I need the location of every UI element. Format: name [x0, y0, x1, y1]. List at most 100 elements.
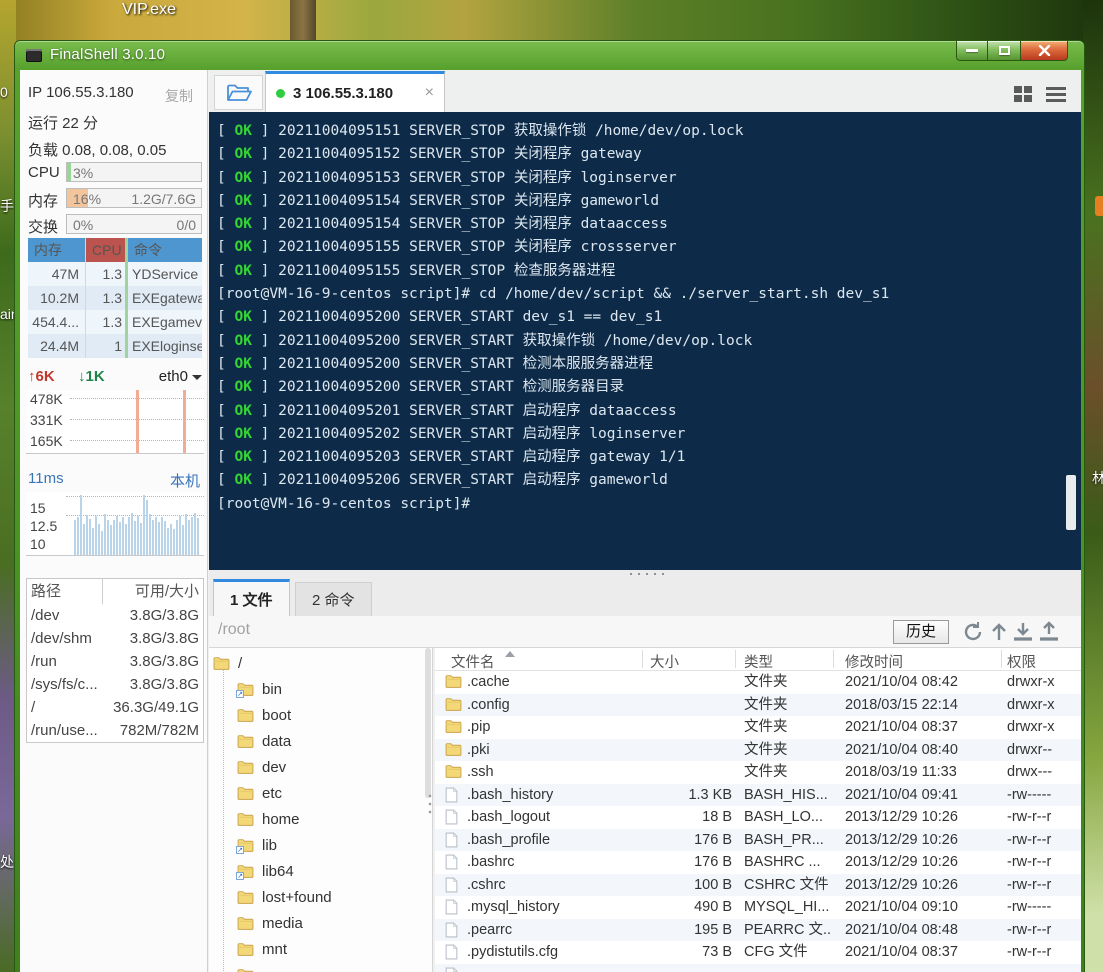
file-row[interactable]: .bashrc176 BBASHRC ...2013/12/29 10:26-r…	[435, 851, 1081, 874]
tab-files[interactable]: 1 文件	[213, 579, 290, 616]
process-table-header: 内存 CPU 命令	[28, 238, 202, 262]
file-row[interactable]: .bash_logout18 BBASH_LO...2013/12/29 10:…	[435, 806, 1081, 829]
layout-grid-icon[interactable]	[1013, 84, 1033, 104]
col-cpu[interactable]: CPU	[86, 238, 128, 262]
tree-item[interactable]: lost+found	[237, 884, 332, 910]
disk-row[interactable]: /dev/shm3.8G/3.8G	[27, 627, 203, 650]
copy-ip-link[interactable]: 复制	[165, 86, 193, 106]
minimize-icon	[966, 49, 978, 52]
file-row[interactable]: .config文件夹2018/03/15 22:14drwxr-x	[435, 694, 1081, 717]
ping-bar	[158, 522, 160, 555]
connection-manager-button[interactable]	[214, 75, 263, 110]
tree-item-root[interactable]: /	[213, 650, 242, 676]
file-row[interactable]: .bash_history1.3 KBBASH_HIS...2021/10/04…	[435, 784, 1081, 807]
terminal-line: [ OK ] 20211004095152 SERVER_STOP 关闭程序 g…	[217, 143, 1061, 166]
ping-ylabel: 15	[30, 500, 49, 516]
process-row[interactable]: 10.2M1.3EXEgatewa	[28, 286, 202, 310]
interface-selector[interactable]: eth0	[159, 368, 188, 385]
upload-icon[interactable]	[1038, 621, 1060, 643]
mem-label: 内存	[28, 190, 58, 211]
menu-icon[interactable]	[1045, 84, 1067, 104]
file-perm: drwx---	[1007, 761, 1077, 784]
terminal-line: [ OK ] 20211004095155 SERVER_STOP 关闭程序 c…	[217, 236, 1061, 259]
folder-icon	[445, 674, 462, 688]
tree-table-splitter[interactable]	[428, 792, 432, 818]
file-row[interactable]: .mysql_history490 BMYSQL_HI...2021/10/04…	[435, 896, 1081, 919]
file-mtime: 2013/12/29 10:26	[845, 851, 995, 874]
folder-icon	[445, 764, 462, 778]
panel-splitter[interactable]	[209, 570, 1081, 578]
window-content: IP 106.55.3.180 复制 运行 22 分 负载 0.08, 0.08…	[20, 70, 1081, 972]
tree-item[interactable]: ↗bin	[237, 676, 282, 702]
tree-item[interactable]: boot	[237, 702, 291, 728]
process-row[interactable]: 454.4...1.3EXEgamev	[28, 310, 202, 334]
col-size[interactable]: 大小	[650, 651, 679, 672]
disk-row[interactable]: /sys/fs/c...3.8G/3.8G	[27, 673, 203, 696]
network-graph: 478K 331K 165K	[26, 390, 204, 454]
col-perm[interactable]: 权限	[1007, 651, 1036, 672]
tree-item[interactable]: ↗lib	[237, 832, 277, 858]
col-mem[interactable]: 内存	[28, 238, 86, 262]
tree-item-label: bin	[262, 681, 282, 698]
file-row[interactable]: .cshrc100 BCSHRC 文件2013/12/29 10:26-rw-r…	[435, 874, 1081, 897]
file-row[interactable]: .pip文件夹2021/10/04 08:37drwxr-x	[435, 716, 1081, 739]
file-row[interactable]	[435, 964, 1081, 972]
file-row[interactable]: .pki文件夹2021/10/04 08:40drwxr--	[435, 739, 1081, 762]
file-row[interactable]: .pydistutils.cfg73 BCFG 文件2021/10/04 08:…	[435, 941, 1081, 964]
file-row[interactable]: .ssh文件夹2018/03/19 11:33drwx---	[435, 761, 1081, 784]
file-mtime: 2018/03/15 22:14	[845, 694, 995, 717]
file-perm: -rw-----	[1007, 784, 1077, 807]
minimize-button[interactable]	[956, 41, 988, 61]
disk-table[interactable]: 路径 可用/大小 /dev3.8G/3.8G/dev/shm3.8G/3.8G/…	[26, 578, 204, 743]
col-type[interactable]: 类型	[744, 651, 773, 672]
tree-item[interactable]: dev	[237, 754, 286, 780]
file-row[interactable]: .bash_profile176 BBASH_PR...2013/12/29 1…	[435, 829, 1081, 852]
tree-item[interactable]: ↗lib64	[237, 858, 294, 884]
tree-item[interactable]: home	[237, 806, 300, 832]
path-history-button[interactable]: 历史	[893, 620, 949, 644]
file-name: .cshrc	[467, 874, 637, 897]
disk-row[interactable]: /36.3G/49.1G	[27, 696, 203, 719]
file-row[interactable]: .pearrc195 BPEARRC 文...2021/10/04 08:48-…	[435, 919, 1081, 942]
process-row[interactable]: 24.4M1EXEloginse	[28, 334, 202, 358]
file-mtime: 2021/10/04 09:10	[845, 896, 995, 919]
terminal-scrollbar[interactable]	[1066, 475, 1076, 530]
tree-item[interactable]: etc	[237, 780, 282, 806]
directory-tree[interactable]: /↗binbootdatadevetchome↗lib↗lib64lost+fo…	[209, 648, 433, 972]
title-bar[interactable]: FinalShell 3.0.10	[15, 41, 1084, 70]
col-filename[interactable]: 文件名	[451, 651, 495, 672]
disk-row[interactable]: /run3.8G/3.8G	[27, 650, 203, 673]
process-row[interactable]: 47M1.3YDService	[28, 262, 202, 286]
download-icon[interactable]	[1012, 621, 1034, 643]
tab-connection[interactable]: 3 106.55.3.180 ×	[265, 71, 445, 112]
terminal-line: [ OK ] 20211004095201 SERVER_START 启动程序 …	[217, 400, 1061, 423]
col-path[interactable]: 路径	[31, 579, 103, 604]
tree-item[interactable]: media	[237, 910, 303, 936]
file-row[interactable]: .cache文件夹2021/10/04 08:42drwxr-x	[435, 671, 1081, 694]
monitor-sidebar: IP 106.55.3.180 复制 运行 22 分 负载 0.08, 0.08…	[20, 70, 208, 972]
file-mtime: 2021/10/04 09:41	[845, 784, 995, 807]
ping-bar	[101, 531, 103, 555]
refresh-icon[interactable]	[962, 621, 984, 643]
process-table[interactable]: 内存 CPU 命令 47M1.3YDService10.2M1.3EXEgate…	[28, 238, 202, 359]
terminal-output: [ OK ] 20211004095151 SERVER_STOP 获取操作锁 …	[217, 120, 1061, 516]
tree-item[interactable]: mnt	[237, 936, 287, 962]
desktop-icon-label[interactable]: VIP.exe	[122, 1, 176, 19]
tab-commands[interactable]: 2 命令	[295, 582, 372, 616]
tab-close-icon[interactable]: ×	[425, 84, 434, 102]
tree-item[interactable]	[237, 962, 262, 972]
terminal[interactable]: [ OK ] 20211004095151 SERVER_STOP 获取操作锁 …	[209, 112, 1081, 570]
parent-directory-icon[interactable]	[990, 621, 1012, 643]
col-cmd[interactable]: 命令	[128, 238, 202, 262]
file-mtime: 2018/03/19 11:33	[845, 761, 995, 784]
close-button[interactable]	[1020, 41, 1068, 61]
tree-item[interactable]: data	[237, 728, 291, 754]
maximize-button[interactable]	[988, 41, 1020, 61]
col-mtime[interactable]: 修改时间	[845, 651, 903, 672]
tree-scrollbar[interactable]	[425, 648, 431, 798]
disk-row[interactable]: /dev3.8G/3.8G	[27, 604, 203, 627]
ping-host[interactable]: 本机	[170, 470, 200, 491]
disk-row[interactable]: /run/use...782M/782M	[27, 719, 203, 742]
path-input[interactable]: /root	[218, 621, 250, 639]
col-size[interactable]: 可用/大小	[103, 579, 199, 604]
